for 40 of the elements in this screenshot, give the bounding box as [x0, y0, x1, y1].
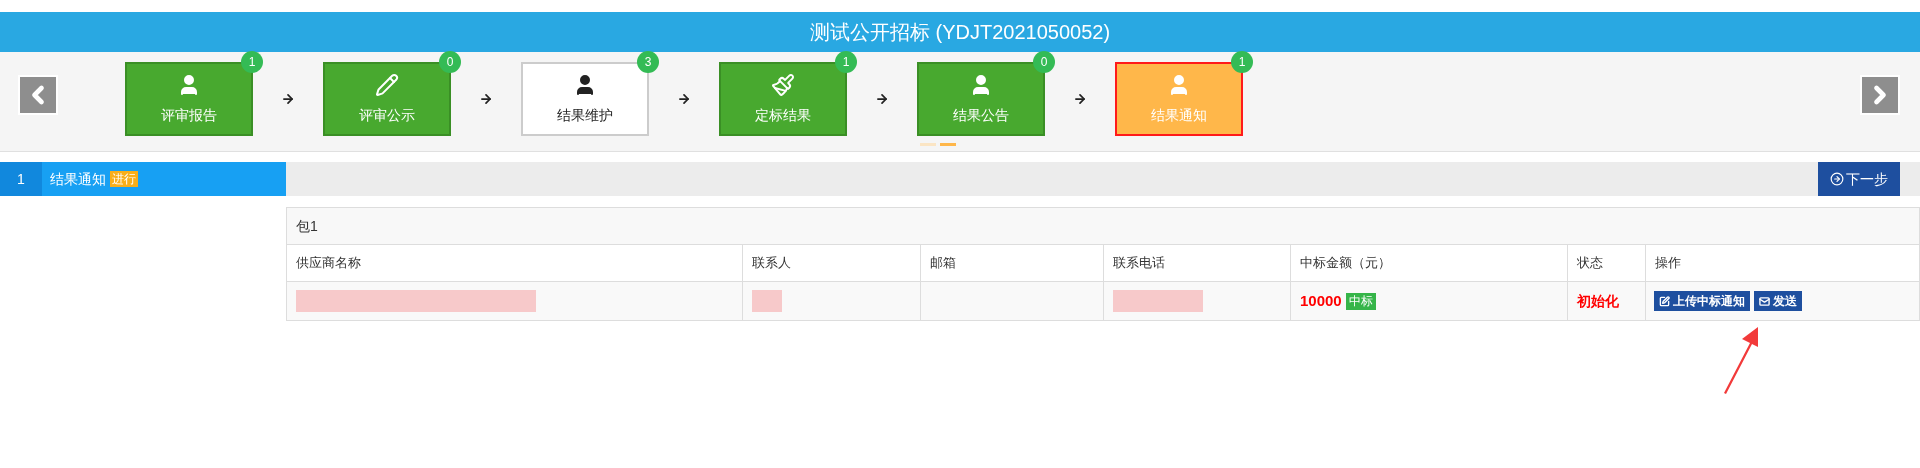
column-header: 供应商名称	[287, 245, 743, 281]
send-button[interactable]: 发送	[1754, 291, 1802, 311]
page-title: 测试公开招标 (YDJT2021050052)	[809, 20, 1111, 45]
section-title: 结果通知	[50, 169, 106, 189]
count-badge: 0	[1033, 51, 1055, 73]
column-header: 操作	[1654, 254, 1682, 273]
previous-button[interactable]	[18, 75, 58, 115]
column-header: 状态	[1568, 245, 1646, 281]
column-header: 联系电话	[1104, 245, 1291, 281]
pencil-icon	[375, 72, 399, 97]
step-label: 定标结果	[755, 105, 811, 125]
status-text: 初始化	[1577, 291, 1619, 311]
count-badge: 1	[241, 51, 263, 73]
next-step-button[interactable]: 下一步	[1818, 162, 1900, 196]
amount-text: 10000	[1300, 290, 1342, 311]
step-label: 结果公告	[953, 105, 1009, 125]
section-number: 1	[0, 162, 42, 196]
arrow-icon	[677, 92, 691, 106]
status-badge: 进行	[110, 171, 138, 187]
section-tab[interactable]: 1 结果通知 进行	[0, 162, 286, 196]
count-badge: 1	[835, 51, 857, 73]
arrow-circle-icon	[1830, 172, 1844, 186]
arrow-icon	[875, 92, 889, 106]
step-label: 结果维护	[557, 105, 613, 125]
column-header: 邮箱	[921, 245, 1104, 281]
count-badge: 0	[439, 51, 461, 73]
award-tag: 中标	[1345, 292, 1376, 310]
column-header: 中标金额（元）	[1291, 245, 1568, 281]
edit-icon	[1659, 295, 1670, 307]
next-page-button[interactable]	[1860, 75, 1900, 115]
upload-button[interactable]: 上传中标通知	[1654, 291, 1750, 311]
step-label: 评审报告	[161, 105, 217, 125]
package-title: 包1	[296, 216, 318, 236]
step-label: 结果通知	[1151, 105, 1207, 125]
count-badge: 3	[637, 51, 659, 73]
mail-icon	[1759, 295, 1770, 307]
brush-icon	[771, 72, 795, 97]
step-label: 评审公示	[359, 105, 415, 125]
column-header: 联系人	[743, 245, 921, 281]
count-badge: 1	[1231, 51, 1253, 73]
